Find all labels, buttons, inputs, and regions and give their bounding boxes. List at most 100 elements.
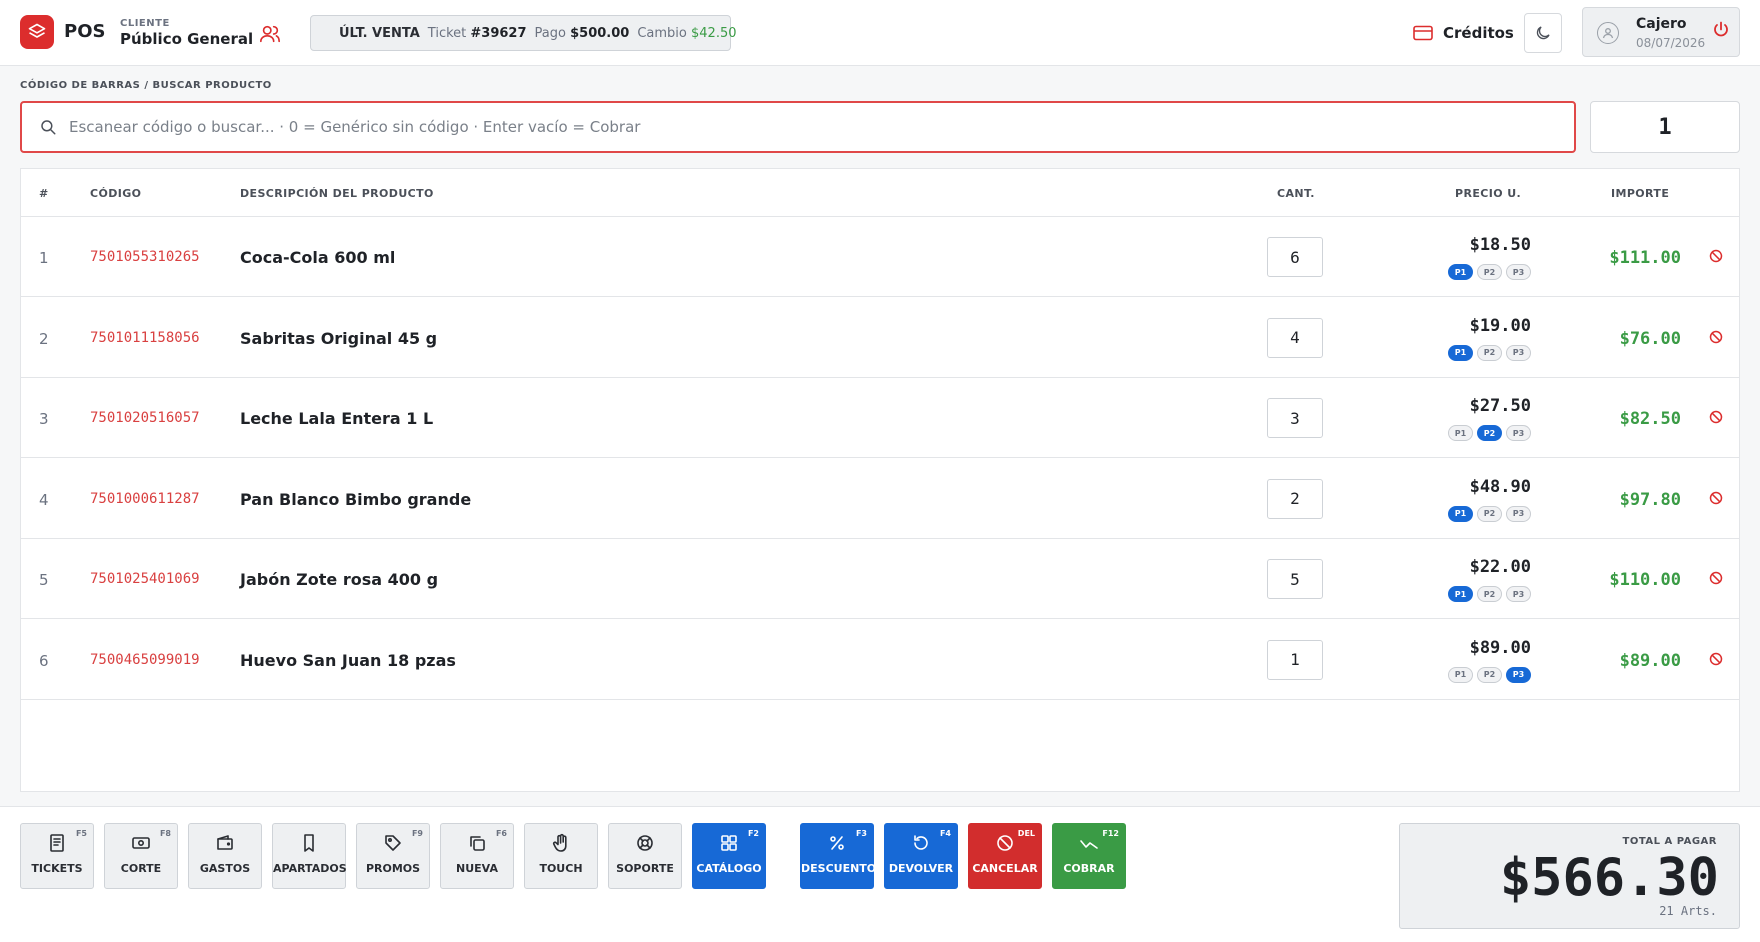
price-tier-p2[interactable]: P2 bbox=[1477, 425, 1502, 441]
button-label: DESCUENTO bbox=[801, 862, 877, 875]
remove-item-button[interactable] bbox=[1709, 248, 1723, 267]
remove-item-button[interactable] bbox=[1709, 570, 1723, 589]
cobrar-button[interactable]: COBRAR F12 bbox=[1052, 823, 1126, 889]
total-label: TOTAL A PAGAR bbox=[1622, 836, 1717, 847]
ban-icon bbox=[1709, 410, 1723, 424]
promos-button[interactable]: PROMOS F9 bbox=[356, 823, 430, 889]
price-tier-p1[interactable]: P1 bbox=[1448, 425, 1473, 441]
button-label: TOUCH bbox=[539, 862, 583, 875]
bookmark-icon bbox=[273, 833, 345, 853]
quantity-field[interactable]: 1 bbox=[1267, 639, 1323, 680]
button-label: CANCELAR bbox=[972, 862, 1038, 875]
price-tier-p3[interactable]: P3 bbox=[1506, 586, 1531, 602]
avatar bbox=[1597, 22, 1619, 44]
col-unit-price: PRECIO U. bbox=[1455, 187, 1522, 200]
layers-icon bbox=[28, 23, 46, 38]
table-row[interactable]: 6 7500465099019 Huevo San Juan 18 pzas 1 $89… bbox=[21, 620, 1739, 700]
line-amount: $111.00 bbox=[1609, 248, 1681, 268]
remove-item-button[interactable] bbox=[1709, 490, 1723, 509]
quantity-field[interactable]: 2 bbox=[1267, 478, 1323, 519]
price-tier-p3[interactable]: P3 bbox=[1506, 666, 1531, 683]
apartados-button[interactable]: APARTADOS bbox=[272, 823, 347, 889]
price-tier-p3[interactable]: P3 bbox=[1506, 344, 1531, 361]
shortcut-key: F8 bbox=[159, 829, 171, 838]
product-description: Huevo San Juan 18 pzas bbox=[240, 650, 456, 670]
client-label: CLIENTE bbox=[120, 18, 170, 29]
users-icon bbox=[260, 25, 280, 43]
row-index: 3 bbox=[39, 410, 49, 428]
price-tier-p2[interactable]: P2 bbox=[1477, 666, 1502, 683]
descuento-button[interactable]: DESCUENTO F3 bbox=[800, 823, 877, 889]
quantity-input[interactable]: 1 bbox=[1590, 101, 1740, 153]
table-header: # CÓDIGO DESCRIPCIÓN DEL PRODUCTO CANT. … bbox=[21, 169, 1739, 217]
table-row[interactable]: 1 7501055310265 Coca-Cola 600 ml 6 $18.50 P1 P… bbox=[21, 217, 1739, 297]
table-row[interactable]: 4 7501000611287 Pan Blanco Bimbo grande 2 $4… bbox=[21, 459, 1739, 539]
cashier-panel[interactable]: Cajero 08/07/2026 bbox=[1582, 7, 1740, 57]
button-label: CATÁLOGO bbox=[696, 862, 762, 875]
payment-label: Pago bbox=[534, 25, 566, 41]
price-tiers: P1 P2 P3 bbox=[1426, 505, 1531, 522]
cancelar-button[interactable]: CANCELAR DEL bbox=[968, 823, 1042, 889]
tickets-button[interactable]: TICKETS F5 bbox=[20, 823, 94, 889]
app-name: POS bbox=[64, 21, 106, 42]
catalogo-button[interactable]: CATÁLOGO F2 bbox=[692, 823, 766, 889]
table-row[interactable]: 3 7501020516057 Leche Lala Entera 1 L 3 $27.… bbox=[21, 378, 1739, 458]
top-bar: POS CLIENTE Público General ÚLT. VENTA T… bbox=[0, 0, 1760, 66]
last-sale-panel[interactable]: ÚLT. VENTA Ticket #39627 Pago $500.00 Ca… bbox=[310, 15, 737, 51]
remove-item-button[interactable] bbox=[1709, 651, 1723, 670]
remove-item-button[interactable] bbox=[1709, 329, 1723, 348]
product-code: 7501055310265 bbox=[90, 249, 200, 265]
touch-button[interactable]: TOUCH bbox=[524, 823, 598, 889]
devolver-button[interactable]: DEVOLVER F4 bbox=[884, 823, 958, 889]
ban-icon bbox=[1709, 491, 1723, 504]
search-input[interactable] bbox=[69, 118, 1574, 136]
table-row[interactable]: 5 7501025401069 Jabón Zote rosa 400 g 5 $22.… bbox=[21, 539, 1739, 619]
price-tier-p2[interactable]: P2 bbox=[1477, 264, 1502, 280]
product-description: Leche Lala Entera 1 L bbox=[240, 409, 434, 428]
price-tier-p3[interactable]: P3 bbox=[1506, 264, 1531, 280]
payment-value: $500.00 bbox=[570, 25, 630, 41]
change-client-button[interactable] bbox=[258, 22, 282, 46]
shortcut-key: F5 bbox=[75, 829, 87, 838]
button-label: APARTADOS bbox=[273, 862, 347, 875]
lifebuoy-icon bbox=[609, 833, 681, 853]
logout-button[interactable] bbox=[1713, 21, 1729, 43]
price-tiers: P1 P2 P3 bbox=[1426, 344, 1531, 361]
product-description: Coca-Cola 600 ml bbox=[240, 248, 396, 267]
price-tier-p2[interactable]: P2 bbox=[1477, 586, 1502, 602]
gastos-button[interactable]: GASTOS bbox=[188, 823, 262, 889]
nueva-button[interactable]: NUEVA F6 bbox=[440, 823, 514, 889]
line-amount: $76.00 bbox=[1619, 328, 1681, 349]
quantity-field[interactable]: 4 bbox=[1267, 317, 1323, 358]
price-tier-p1[interactable]: P1 bbox=[1448, 264, 1473, 280]
soporte-button[interactable]: SOPORTE bbox=[608, 823, 682, 889]
price-tier-p2[interactable]: P2 bbox=[1477, 505, 1502, 522]
price-tier-p1[interactable]: P1 bbox=[1448, 505, 1473, 522]
quantity-field[interactable]: 3 bbox=[1267, 398, 1323, 438]
price-tier-p3[interactable]: P3 bbox=[1506, 505, 1531, 522]
price-tier-p1[interactable]: P1 bbox=[1448, 666, 1473, 683]
credits-button[interactable]: Créditos bbox=[1413, 20, 1514, 46]
table-row[interactable]: 2 7501011158056 Sabritas Original 45 g 4 $19… bbox=[21, 298, 1739, 378]
corte-button[interactable]: CORTE F8 bbox=[104, 823, 178, 889]
unit-price: $22.00 bbox=[1469, 557, 1531, 577]
theme-toggle-button[interactable] bbox=[1524, 13, 1562, 53]
remove-item-button[interactable] bbox=[1709, 409, 1723, 428]
client-name[interactable]: Público General bbox=[120, 30, 253, 48]
credit-card-icon bbox=[1413, 25, 1433, 41]
search-field[interactable] bbox=[20, 101, 1576, 153]
price-tier-p1[interactable]: P1 bbox=[1448, 344, 1473, 361]
moon-icon bbox=[1536, 26, 1550, 40]
hand-icon bbox=[525, 833, 597, 853]
quantity-field[interactable]: 5 bbox=[1267, 559, 1323, 599]
product-description: Jabón Zote rosa 400 g bbox=[240, 570, 439, 589]
change-value: $42.50 bbox=[691, 25, 737, 41]
price-tier-p1[interactable]: P1 bbox=[1448, 586, 1473, 602]
price-tier-p3[interactable]: P3 bbox=[1506, 425, 1531, 441]
shortcut-key: F9 bbox=[411, 829, 423, 838]
price-tier-p2[interactable]: P2 bbox=[1477, 344, 1502, 361]
product-description: Sabritas Original 45 g bbox=[240, 328, 438, 348]
quantity-field[interactable]: 6 bbox=[1267, 237, 1323, 277]
total-panel: TOTAL A PAGAR $566.30 21 Arts. bbox=[1399, 823, 1740, 929]
col-amount: IMPORTE bbox=[1611, 187, 1670, 200]
